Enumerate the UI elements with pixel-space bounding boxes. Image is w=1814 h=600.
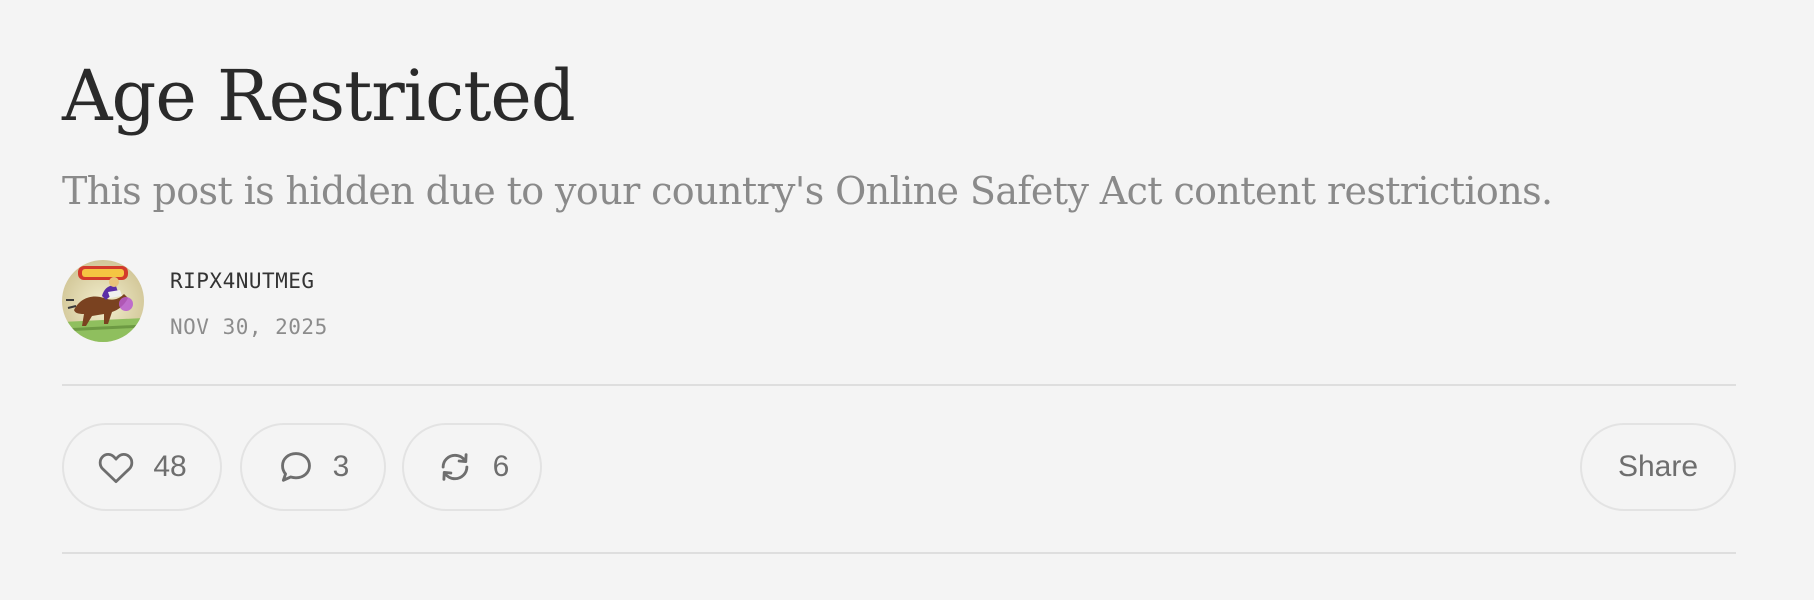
byline: RIPX4NUTMEG NOV 30, 2025 <box>62 258 662 344</box>
restack-button[interactable]: 6 <box>402 423 542 511</box>
restack-count: 6 <box>492 450 510 483</box>
comment-count: 3 <box>332 450 350 483</box>
like-count: 48 <box>153 450 187 483</box>
avatar-image <box>62 260 144 342</box>
author-name[interactable]: RIPX4NUTMEG <box>170 268 315 294</box>
comment-bubble-icon <box>277 448 315 486</box>
post-subtitle: This post is hidden due to your country'… <box>62 169 1553 213</box>
post-actions: 48 3 6 Share <box>62 423 1736 515</box>
share-button[interactable]: Share <box>1580 423 1736 511</box>
post-title: Age Restricted <box>62 55 576 137</box>
post-date: NOV 30, 2025 <box>170 315 328 339</box>
post: Age Restricted This post is hidden due t… <box>62 0 1736 600</box>
avatar[interactable] <box>62 260 144 342</box>
restack-arrows-icon <box>435 448 475 486</box>
heart-icon <box>97 450 135 484</box>
divider <box>62 552 1736 554</box>
divider <box>62 384 1736 386</box>
like-button[interactable]: 48 <box>62 423 222 511</box>
comment-button[interactable]: 3 <box>240 423 386 511</box>
